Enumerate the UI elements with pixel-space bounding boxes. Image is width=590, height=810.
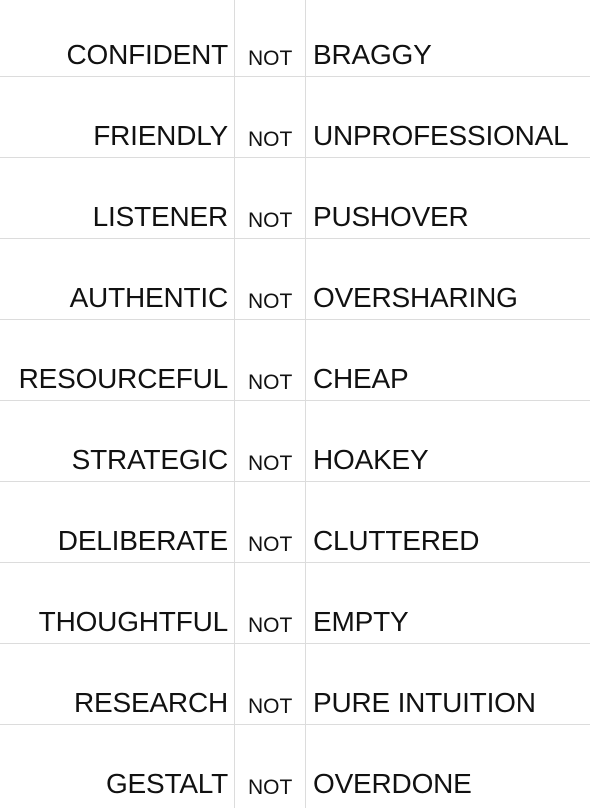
table-row: RESOURCEFUL NOT CHEAP	[0, 324, 590, 405]
opposite-cell: EMPTY	[313, 606, 409, 637]
trait-cell: GESTALT	[105, 768, 228, 799]
row-divider	[0, 400, 590, 401]
trait-cell: CONFIDENT	[66, 39, 228, 70]
not-cell: NOT	[248, 533, 293, 556]
table-row: GESTALT NOT OVERDONE	[0, 729, 590, 810]
opposite-cell: CHEAP	[313, 363, 409, 394]
not-cell: NOT	[248, 776, 293, 799]
trait-cell: STRATEGIC	[71, 444, 229, 475]
trait-cell: LISTENER	[92, 201, 229, 232]
not-cell: NOT	[248, 695, 293, 718]
not-cell: NOT	[248, 209, 293, 232]
table-row: LISTENER NOT PUSHOVER	[0, 162, 590, 243]
table-row: AUTHENTIC NOT OVERSHARING	[0, 243, 590, 324]
not-cell: NOT	[248, 128, 293, 151]
opposite-cell: OVERDONE	[313, 768, 472, 799]
table-row: RESEARCH NOT PURE INTUITION	[0, 648, 590, 729]
table-row: THOUGHTFUL NOT EMPTY	[0, 567, 590, 648]
table-row: FRIENDLY NOT UNPROFESSIONAL	[0, 81, 590, 162]
trait-cell: FRIENDLY	[93, 120, 228, 151]
opposite-cell: PURE INTUITION	[313, 687, 536, 718]
opposite-cell: OVERSHARING	[313, 282, 518, 313]
spreadsheet-grid: CONFIDENT NOT BRAGGY FRIENDLY NOT UNPROF…	[0, 0, 590, 808]
opposite-cell: CLUTTERED	[313, 525, 480, 556]
trait-cell: RESEARCH	[74, 687, 228, 718]
table-row: DELIBERATE NOT CLUTTERED	[0, 486, 590, 567]
trait-cell: THOUGHTFUL	[38, 606, 229, 637]
row-divider	[0, 481, 590, 482]
not-cell: NOT	[248, 614, 293, 637]
row-divider	[0, 724, 590, 725]
not-cell: NOT	[248, 371, 293, 394]
row-divider	[0, 643, 590, 644]
opposite-cell: PUSHOVER	[313, 201, 469, 232]
row-divider	[0, 319, 590, 320]
table-row: CONFIDENT NOT BRAGGY	[0, 0, 590, 81]
table-row: STRATEGIC NOT HOAKEY	[0, 405, 590, 486]
not-cell: NOT	[248, 290, 293, 313]
not-cell: NOT	[248, 47, 293, 70]
opposite-cell: BRAGGY	[313, 39, 432, 70]
row-divider	[0, 562, 590, 563]
trait-cell: AUTHENTIC	[69, 282, 229, 313]
opposite-cell: UNPROFESSIONAL	[313, 120, 569, 151]
row-divider	[0, 76, 590, 77]
not-cell: NOT	[248, 452, 293, 475]
trait-cell: DELIBERATE	[57, 525, 228, 556]
row-divider	[0, 157, 590, 158]
trait-cell: RESOURCEFUL	[18, 363, 229, 394]
row-divider	[0, 238, 590, 239]
opposite-cell: HOAKEY	[313, 444, 429, 475]
